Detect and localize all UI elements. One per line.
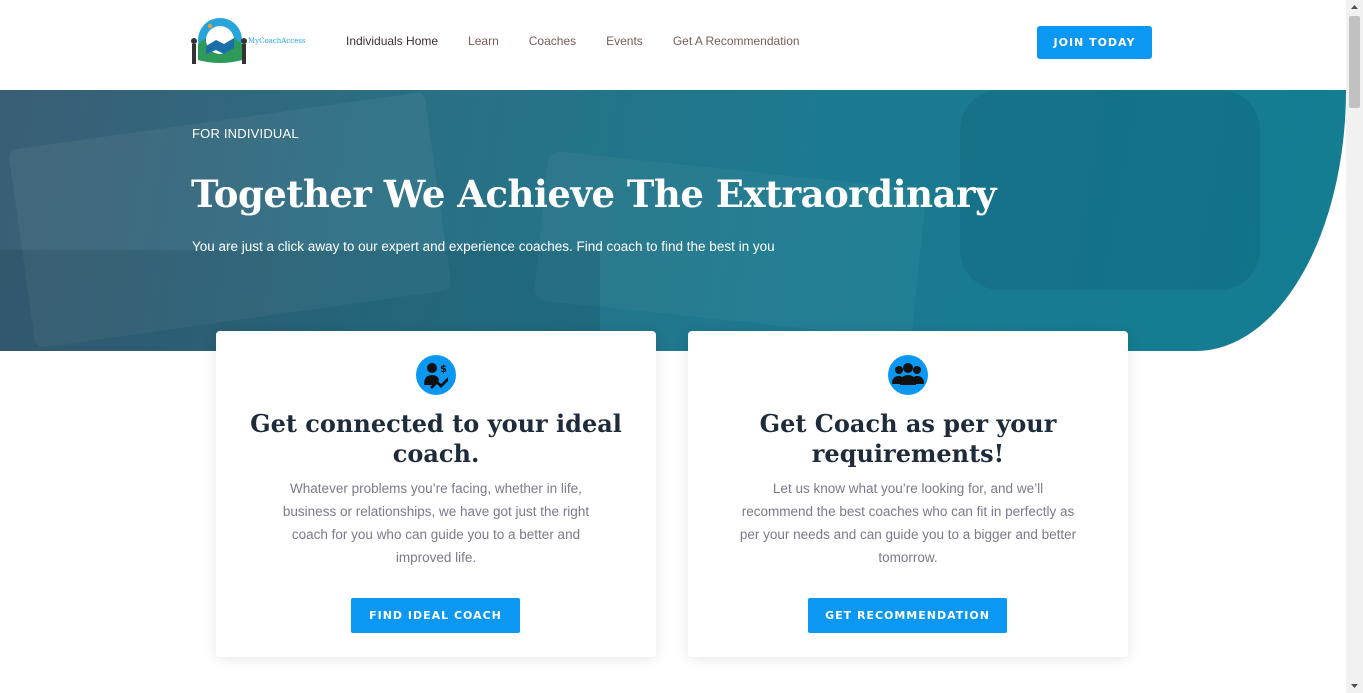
coach-money-growth-icon: $ <box>416 355 456 395</box>
nav-coaches[interactable]: Coaches <box>529 34 576 48</box>
main-nav: Individuals Home Learn Coaches Events Ge… <box>346 34 830 48</box>
hero-banner: FOR INDIVIDUAL Together We Achieve The E… <box>0 90 1346 351</box>
handshake-logo-icon <box>191 18 247 64</box>
group-people-icon <box>888 355 928 395</box>
nav-get-a-recommendation[interactable]: Get A Recommendation <box>673 34 800 48</box>
nav-learn[interactable]: Learn <box>468 34 499 48</box>
site-header: MyCoachAccess Individuals Home Learn Coa… <box>0 0 1346 90</box>
page-scrollbar[interactable] <box>1346 0 1363 693</box>
get-recommendation-button[interactable]: GET RECOMMENDATION <box>808 598 1007 633</box>
card-title: Get connected to your ideal coach. <box>250 409 622 468</box>
site-logo[interactable]: MyCoachAccess <box>190 14 310 72</box>
hero-subtitle: You are just a click away to our expert … <box>192 239 775 254</box>
card-title: Get Coach as per your requirements! <box>759 409 1057 468</box>
find-ideal-coach-button[interactable]: FIND IDEAL COACH <box>351 598 520 633</box>
logo-text: MyCoachAccess <box>248 37 306 45</box>
card-recommendation: Get Coach as per your requirements! Let … <box>688 331 1128 657</box>
join-today-button[interactable]: JOIN TODAY <box>1037 26 1152 59</box>
card-ideal-coach: $ Get connected to your ideal coach. Wha… <box>216 331 656 657</box>
hero-background-shape <box>960 90 1260 290</box>
nav-events[interactable]: Events <box>606 34 643 48</box>
nav-individuals-home[interactable]: Individuals Home <box>346 34 438 48</box>
scroll-down-arrow-icon[interactable] <box>1346 679 1363 693</box>
scroll-up-arrow-icon[interactable] <box>1346 0 1363 14</box>
svg-text:$: $ <box>440 364 447 375</box>
hero-title: Together We Achieve The Extraordinary <box>191 172 997 216</box>
scrollbar-thumb[interactable] <box>1349 16 1360 108</box>
card-description: Whatever problems you’re facing, whether… <box>282 481 590 565</box>
card-description: Let us know what you’re looking for, and… <box>739 481 1077 565</box>
hero-kicker: FOR INDIVIDUAL <box>192 126 299 141</box>
